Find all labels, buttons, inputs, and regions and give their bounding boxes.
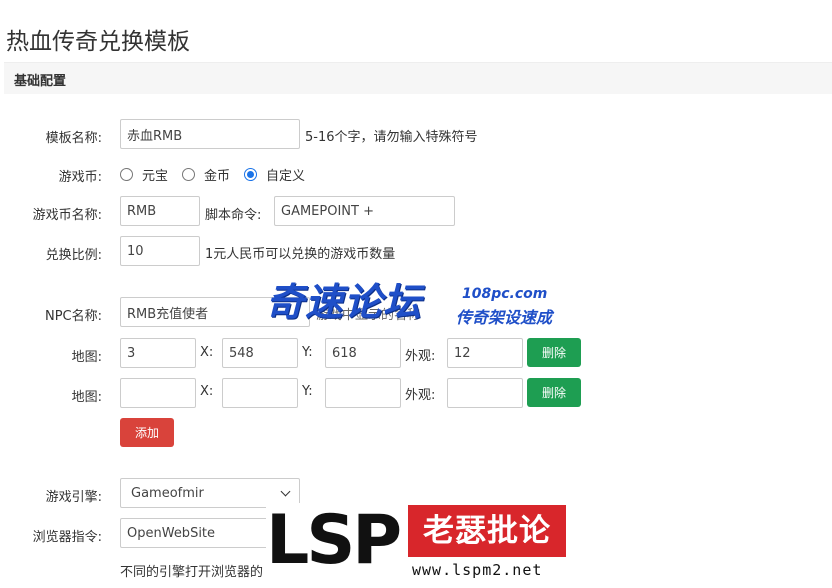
radio-yuanbao-label: 元宝: [142, 168, 169, 184]
npc-name-label: NPC名称:: [44, 309, 102, 324]
map-label: 地图:: [71, 350, 102, 365]
delete-button[interactable]: 删除: [527, 338, 581, 367]
browser-command-label: 浏览器指令:: [32, 530, 102, 545]
template-name-hint: 5-16个字，请勿输入特殊符号: [305, 130, 478, 145]
ratio-hint: 1元人民币可以兑换的游戏币数量: [205, 247, 396, 262]
y-input[interactable]: [325, 378, 401, 408]
radio-gold-label: 金币: [204, 168, 231, 184]
add-button[interactable]: 添加: [120, 418, 174, 447]
section-title: 基础配置: [14, 74, 67, 89]
watermark-qisu-title: 奇速论坛: [266, 280, 423, 324]
watermark-lsp-title: 老瑟批论坛: [408, 505, 566, 588]
y-label: Y:: [302, 345, 313, 360]
look-input[interactable]: [447, 378, 523, 408]
watermark-qisu-subtitle: 传奇架设速成: [456, 308, 553, 327]
x-input[interactable]: [222, 338, 298, 368]
x-label: X:: [200, 384, 214, 399]
look-label: 外观:: [405, 388, 436, 403]
ratio-input[interactable]: [120, 236, 200, 266]
section-header: 基础配置: [4, 62, 832, 94]
chevron-down-icon: [280, 486, 291, 496]
map-label: 地图:: [71, 390, 102, 405]
watermark-lsp-logo: LSP: [266, 501, 402, 580]
watermark-qisu-url: 108pc.com: [462, 286, 548, 302]
radio-gold-circle[interactable]: [182, 167, 196, 181]
look-input[interactable]: [447, 338, 523, 368]
engine-selected-value: Gameofmir: [131, 485, 204, 501]
y-input[interactable]: [325, 338, 401, 368]
radio-gold[interactable]: 金币: [182, 165, 230, 184]
x-input[interactable]: [222, 378, 298, 408]
currency-radio-group: 元宝 金币 自定义: [120, 165, 319, 184]
currency-name-label: 游戏币名称:: [32, 208, 102, 223]
engine-label: 游戏引擎:: [45, 490, 102, 505]
template-name-label: 模板名称:: [45, 131, 102, 146]
script-command-label: 脚本命令:: [205, 208, 262, 223]
radio-custom[interactable]: 自定义: [244, 165, 305, 184]
radio-custom-label: 自定义: [266, 168, 306, 184]
watermark-lsp-url: www.lspm2.net: [412, 561, 543, 579]
map-input[interactable]: [120, 378, 196, 408]
currency-label: 游戏币:: [58, 170, 102, 185]
watermark-qisu: 奇速论坛 108pc.com 传奇架设速成: [266, 280, 566, 328]
y-label: Y:: [302, 384, 313, 399]
browser-command-hint: 不同的引擎打开浏览器的: [120, 565, 264, 580]
radio-yuanbao[interactable]: 元宝: [120, 165, 168, 184]
look-label: 外观:: [405, 349, 436, 364]
watermark-lsp: LSP 老瑟批论坛 www.lspm2.net: [266, 501, 566, 588]
radio-yuanbao-circle[interactable]: [120, 167, 133, 181]
delete-button[interactable]: 删除: [527, 378, 581, 407]
map-input[interactable]: [120, 338, 196, 368]
template-name-input[interactable]: [120, 119, 300, 149]
script-command-input[interactable]: [274, 196, 455, 226]
radio-custom-circle[interactable]: [244, 167, 258, 181]
page-title: 热血传奇兑换模板: [6, 29, 190, 55]
ratio-label: 兑换比例:: [45, 248, 102, 263]
currency-name-input[interactable]: [120, 196, 200, 226]
x-label: X:: [200, 345, 214, 360]
